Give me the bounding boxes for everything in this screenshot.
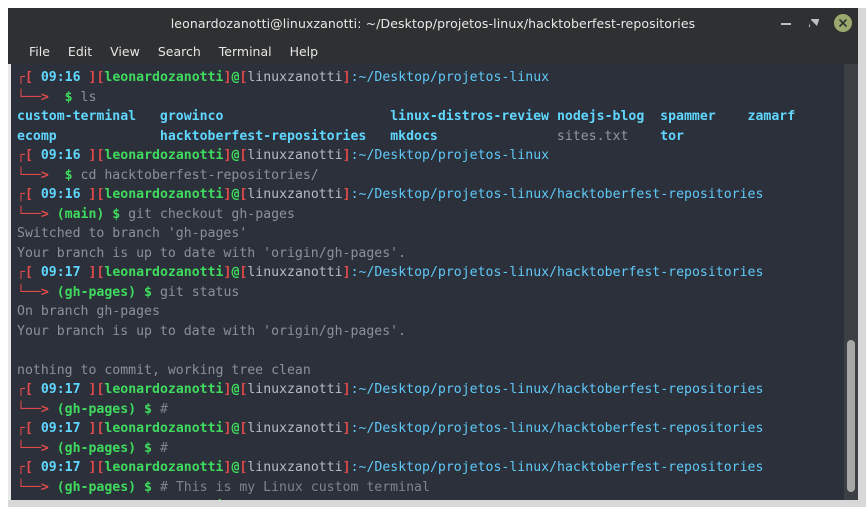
terminal-window: leonardozanotti@linuxzanotti: ~/Desktop/… [0,0,866,507]
prompt-line-top: ┌[ 09:18 ][leonardozanotti]@[linuxzanott… [17,497,844,500]
ls-output-row: ecomp hacktoberfest-repositories mkdocs … [17,127,844,147]
terminal-output[interactable]: ┌[ 09:16 ][leonardozanotti]@[linuxzanott… [11,64,844,500]
menu-item-file[interactable]: File [20,41,59,62]
output-line: nothing to commit, working tree clean [17,362,311,378]
prompt-line-bottom: └──> $ cd hacktoberfest-repositories/ [17,167,319,183]
menu-item-help[interactable]: Help [281,41,328,62]
window-title: leonardozanotti@linuxzanotti: ~/Desktop/… [170,15,696,31]
ls-entry[interactable]: spammer [660,109,716,124]
prompt-line-top: ┌[ 09:17 ][leonardozanotti]@[linuxzanott… [17,265,764,280]
ls-entry[interactable]: nodejs-blog [557,109,644,124]
prompt-line-top: ┌[ 09:17 ][leonardozanotti]@[linuxzanott… [17,460,764,475]
prompt-line-bottom: └──> (gh-pages) $ # This is my Linux cus… [17,479,430,495]
prompt-line-bottom: └──> (gh-pages) $ # [17,401,168,417]
menu-item-terminal[interactable]: Terminal [210,41,281,62]
menu-item-view[interactable]: View [101,41,149,62]
scrollbar-thumb[interactable] [847,340,855,492]
menu-bar: File Edit View Search Terminal Help [8,38,858,64]
window-controls [778,8,852,38]
output-line: Your branch is up to date with 'origin/g… [17,245,407,261]
ls-entry[interactable]: ecomp [17,129,57,144]
menu-item-search[interactable]: Search [149,41,210,62]
prompt-line-bottom: └──> (gh-pages) $ # [17,440,168,456]
ls-entry[interactable]: growinco [160,109,224,124]
prompt-line-top: ┌[ 09:17 ][leonardozanotti]@[linuxzanott… [17,382,764,397]
prompt-line-bottom: └──> (main) $ git checkout gh-pages [17,206,295,222]
ls-entry[interactable]: linux-distros-review [390,109,549,124]
close-icon[interactable] [834,14,852,32]
ls-entry[interactable]: tor [660,129,684,144]
ls-output-row: custom-terminal growinco linux-distros-r… [17,107,844,127]
window-inner: leonardozanotti@linuxzanotti: ~/Desktop/… [8,8,858,500]
vertical-scrollbar[interactable] [844,64,858,500]
ls-entry[interactable]: zamarf [748,109,796,124]
prompt-line-top: ┌[ 09:16 ][leonardozanotti]@[linuxzanott… [17,70,550,85]
prompt-line-bottom: └──> (gh-pages) $ git status [17,284,240,300]
menu-item-edit[interactable]: Edit [59,41,101,62]
output-line: Your branch is up to date with 'origin/g… [17,323,407,339]
ls-entry[interactable]: custom-terminal [17,109,136,124]
maximize-icon[interactable] [806,15,822,31]
minimize-icon[interactable] [778,15,794,31]
ls-entry[interactable]: sites.txt [557,129,628,144]
prompt-line-top: ┌[ 09:16 ][leonardozanotti]@[linuxzanott… [17,148,550,163]
output-line: On branch gh-pages [17,304,160,319]
terminal-area[interactable]: ┌[ 09:16 ][leonardozanotti]@[linuxzanott… [8,64,858,500]
title-bar[interactable]: leonardozanotti@linuxzanotti: ~/Desktop/… [8,8,858,38]
prompt-line-bottom: └──> $ ls [17,89,97,105]
output-line: Switched to branch 'gh-pages' [17,226,248,241]
ls-entry[interactable]: mkdocs [390,129,438,144]
ls-entry[interactable]: hacktoberfest-repositories [160,129,366,144]
prompt-line-top: ┌[ 09:16 ][leonardozanotti]@[linuxzanott… [17,187,764,202]
prompt-line-top: ┌[ 09:17 ][leonardozanotti]@[linuxzanott… [17,421,764,436]
